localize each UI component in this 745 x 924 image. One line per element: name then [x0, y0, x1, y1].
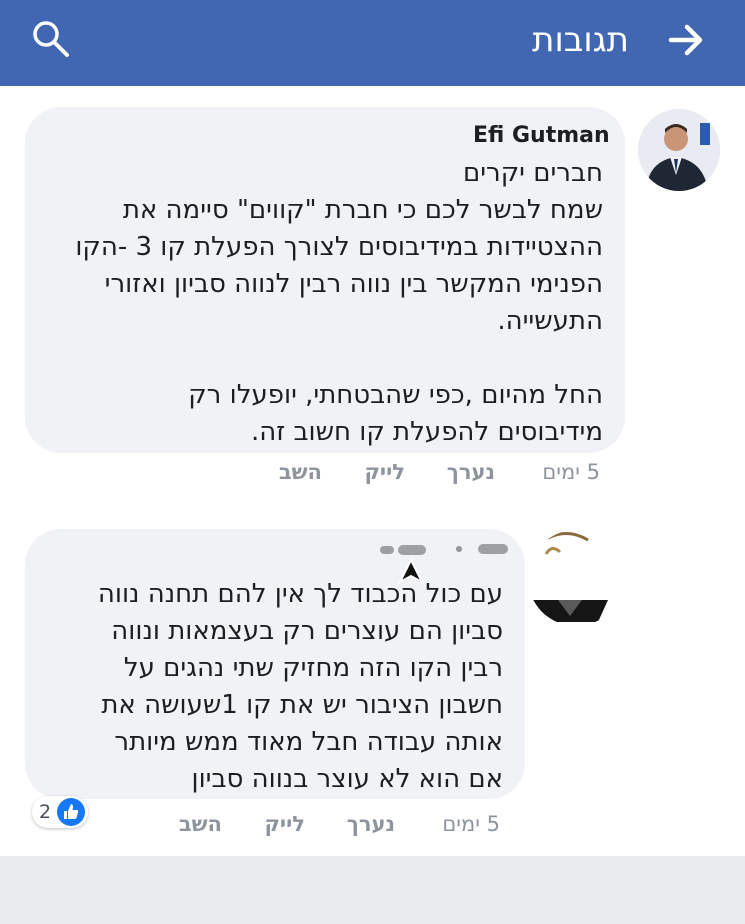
comment-time: 5 ימים	[542, 460, 600, 484]
search-icon[interactable]	[30, 18, 72, 60]
page-title: תגובות	[532, 20, 629, 60]
comment-author[interactable]: Efi Gutman	[473, 123, 610, 148]
blurred-name-graphic	[380, 544, 508, 555]
reaction-count-badge[interactable]: 2	[32, 796, 88, 828]
bottom-area	[0, 856, 745, 924]
comment-actions: 5 ימים נערך לייק השב	[250, 460, 600, 490]
thumbs-up-icon	[57, 798, 85, 826]
comment-author-blurred[interactable]	[378, 540, 518, 560]
top-bar: תגובות	[0, 0, 745, 86]
avatar-photo-blurred	[528, 530, 624, 626]
like-button[interactable]: לייק	[264, 812, 305, 836]
reaction-count: 2	[39, 801, 52, 823]
reply-button[interactable]: השב	[179, 812, 222, 836]
comment-actions: 5 ימים נערך לייק השב	[150, 812, 500, 842]
arrow-right-icon[interactable]	[667, 20, 707, 60]
reply-button[interactable]: השב	[279, 460, 322, 484]
avatar-photo	[638, 109, 720, 191]
edited-label[interactable]: נערך	[447, 460, 495, 484]
comment-text: חברים יקרים שמח לבשר לכם כי חברת "קווים"…	[75, 158, 603, 447]
like-button[interactable]: לייק	[364, 460, 405, 484]
comment-time: 5 ימים	[442, 812, 500, 836]
comment-text: עם כול הכבוד לך אין להם תחנה נווה סביון …	[97, 579, 503, 794]
edited-label[interactable]: נערך	[347, 812, 395, 836]
avatar[interactable]	[528, 530, 624, 626]
avatar[interactable]	[638, 109, 720, 191]
